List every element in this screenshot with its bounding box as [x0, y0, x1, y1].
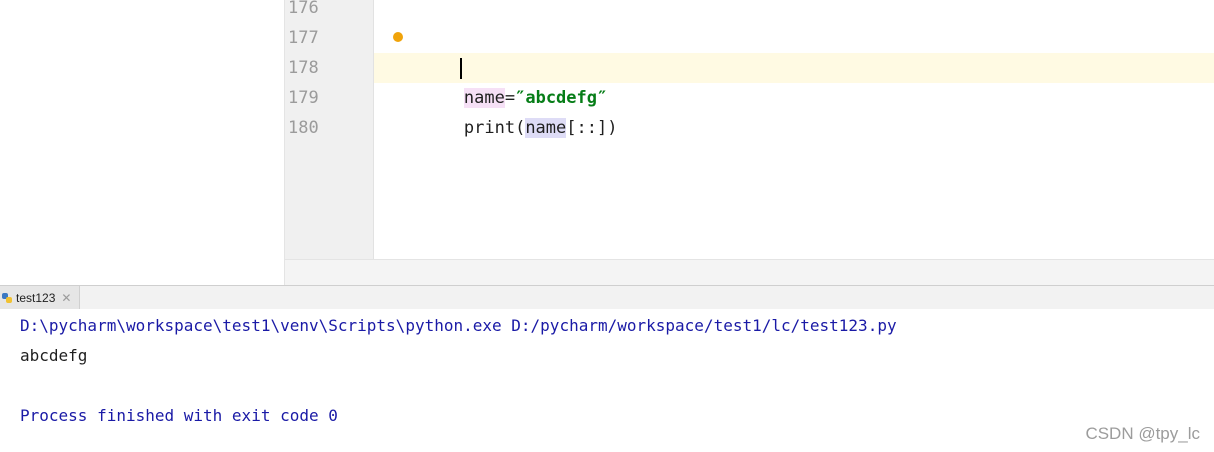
code-area[interactable]: name=″abcdefg″ print(name[::]): [374, 0, 1214, 260]
code-line-178[interactable]: print(name[::]): [374, 53, 1214, 138]
run-tab-bar: test123 ✕: [0, 285, 1214, 310]
close-icon[interactable]: ✕: [61, 291, 71, 305]
run-console[interactable]: D:\pycharm\workspace\test1\venv\Scripts\…: [0, 309, 1214, 452]
variable-name-usage[interactable]: name: [525, 118, 567, 138]
text-caret: [460, 58, 462, 79]
warning-bulb-icon[interactable]: [393, 32, 403, 42]
console-output-line: abcdefg: [20, 346, 88, 365]
line-number: 179: [288, 88, 319, 108]
watermark: CSDN @tpy_lc: [1085, 424, 1200, 443]
run-tab[interactable]: test123 ✕: [0, 286, 81, 309]
line-number-gutter: 176 177 178 179 180: [285, 0, 374, 260]
line-number: 177: [288, 28, 319, 48]
console-command-line: D:\pycharm\workspace\test1\venv\Scripts\…: [20, 316, 897, 335]
run-tab-label: test123: [16, 290, 56, 305]
console-process-line: Process finished with exit code 0: [20, 406, 338, 425]
editor-horizontal-scrollbar[interactable]: [285, 259, 1214, 285]
line-number: 176: [288, 0, 319, 18]
line-number: 180: [288, 118, 319, 138]
line-number: 178: [288, 58, 319, 78]
code-editor[interactable]: 176 177 178 179 180 name=″abcdefg″ print…: [284, 0, 1214, 285]
project-panel: [0, 0, 284, 285]
python-icon: [2, 292, 12, 303]
code-line-177[interactable]: name=″abcdefg″: [374, 23, 1214, 108]
